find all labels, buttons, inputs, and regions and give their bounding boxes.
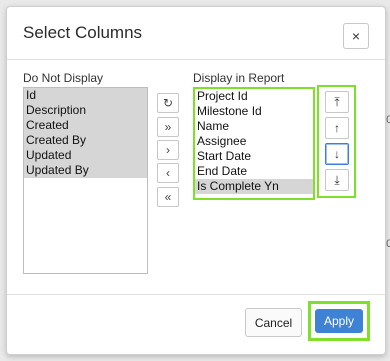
move-all-left-button[interactable]: « xyxy=(157,187,179,207)
move-to-top-button[interactable]: ⤒ xyxy=(325,91,349,113)
double-chevron-right-icon: » xyxy=(164,120,172,134)
arrow-to-bottom-icon: ⤓ xyxy=(334,172,340,187)
list-item[interactable]: Project Id xyxy=(195,89,313,104)
close-icon: × xyxy=(351,28,361,44)
apply-highlight: Apply xyxy=(308,301,370,341)
list-item[interactable]: End Date xyxy=(195,164,313,179)
arrow-to-top-icon: ⤒ xyxy=(334,94,340,109)
order-controls: ⤒ ↑ ↓ ⤓ xyxy=(317,85,356,198)
do-not-display-list[interactable]: Id Description Created Created By Update… xyxy=(23,87,148,274)
chevron-right-icon: › xyxy=(166,143,170,157)
arrow-up-icon: ↑ xyxy=(334,121,340,135)
list-item[interactable]: Id xyxy=(24,88,147,103)
arrow-down-icon: ↓ xyxy=(334,147,340,161)
move-up-button[interactable]: ↑ xyxy=(325,117,349,139)
select-columns-dialog: Select Columns × Do Not Display Display … xyxy=(6,6,386,355)
move-all-right-button[interactable]: » xyxy=(157,117,179,137)
reset-button[interactable]: ↻ xyxy=(157,93,179,113)
list-item[interactable]: Updated xyxy=(24,148,147,163)
list-item[interactable]: Created By xyxy=(24,133,147,148)
move-right-button[interactable]: › xyxy=(157,140,179,160)
move-left-button[interactable]: ‹ xyxy=(157,163,179,183)
list-item[interactable]: Updated By xyxy=(24,163,147,178)
header-divider xyxy=(7,59,385,60)
display-in-report-list[interactable]: Project Id Milestone Id Name Assignee St… xyxy=(193,87,315,200)
chevron-left-icon: ‹ xyxy=(166,166,170,180)
cancel-button[interactable]: Cancel xyxy=(245,308,302,337)
list-item[interactable]: Start Date xyxy=(195,149,313,164)
close-button[interactable]: × xyxy=(343,23,369,49)
do-not-display-label: Do Not Display xyxy=(23,71,104,85)
move-to-bottom-button[interactable]: ⤓ xyxy=(325,169,349,191)
dialog-title: Select Columns xyxy=(23,23,143,42)
list-item[interactable]: Assignee xyxy=(195,134,313,149)
apply-button[interactable]: Apply xyxy=(315,309,363,333)
list-item[interactable]: Description xyxy=(24,103,147,118)
double-chevron-left-icon: « xyxy=(164,190,172,204)
move-down-button[interactable]: ↓ xyxy=(325,143,349,165)
display-in-report-label: Display in Report xyxy=(193,71,285,85)
list-item-selected[interactable]: Is Complete Yn xyxy=(195,179,313,194)
list-item[interactable]: Milestone Id xyxy=(195,104,313,119)
reset-icon: ↻ xyxy=(162,96,174,110)
list-item[interactable]: Name xyxy=(195,119,313,134)
footer-divider xyxy=(7,294,385,295)
list-item[interactable]: Created xyxy=(24,118,147,133)
